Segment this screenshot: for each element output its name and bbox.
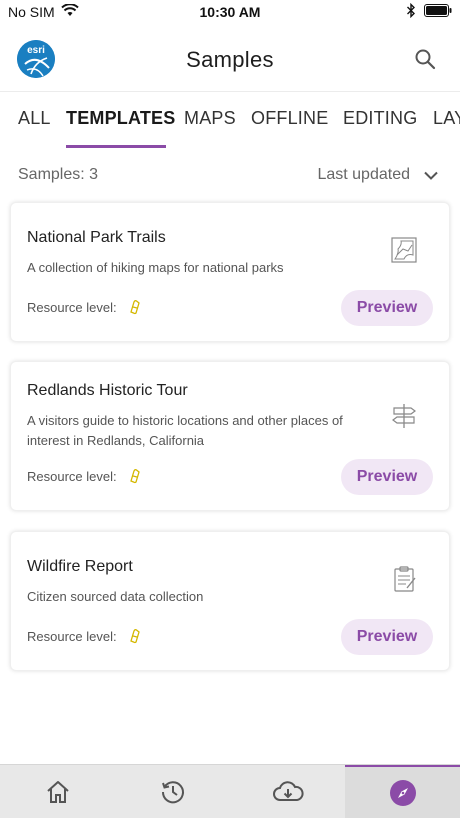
- card-description: Citizen sourced data collection: [27, 589, 204, 604]
- explore-tab[interactable]: [345, 765, 460, 818]
- resource-label: Resource level:: [27, 468, 117, 484]
- card-title: Wildfire Report: [27, 558, 133, 575]
- search-button[interactable]: [412, 46, 438, 72]
- home-icon: [46, 780, 69, 803]
- status-right: [406, 2, 452, 21]
- esri-logo: esri: [17, 40, 55, 78]
- sort-dropdown[interactable]: Last updated: [317, 166, 438, 184]
- wifi-icon: [60, 3, 79, 20]
- samples-count: Samples: 3: [18, 166, 99, 183]
- resource-level: Resource level:: [27, 628, 143, 644]
- category-tabs: ALL TEMPLATES MAPS OFFLINE EDITING LAY: [0, 108, 460, 148]
- preview-button[interactable]: Preview: [341, 459, 433, 495]
- card-title: Redlands Historic Tour: [27, 382, 188, 399]
- bluetooth-icon: [406, 2, 416, 21]
- battery-level-icon: [129, 300, 140, 315]
- resource-label: Resource level:: [27, 299, 117, 315]
- tab-editing[interactable]: EDITING: [343, 108, 417, 129]
- resource-level: Resource level:: [27, 468, 143, 484]
- sample-card[interactable]: Redlands Historic Tour A visitors guide …: [10, 361, 450, 511]
- resource-level: Resource level:: [27, 299, 143, 315]
- chevron-down-icon: [424, 171, 438, 180]
- status-left: No SIM: [8, 3, 79, 20]
- tab-layers[interactable]: LAY: [433, 108, 460, 129]
- sort-label: Last updated: [317, 166, 410, 183]
- history-tab[interactable]: [115, 765, 230, 818]
- cloud-download-icon: [272, 780, 303, 801]
- map-trail-icon: [391, 237, 417, 263]
- tab-offline[interactable]: OFFLINE: [251, 108, 328, 129]
- card-title: National Park Trails: [27, 229, 166, 246]
- sample-card[interactable]: National Park Trails A collection of hik…: [10, 202, 450, 342]
- downloads-tab[interactable]: [230, 765, 345, 818]
- battery-icon: [424, 4, 452, 20]
- signpost-icon: [392, 404, 416, 428]
- tab-maps[interactable]: MAPS: [184, 108, 236, 129]
- sample-card[interactable]: Wildfire Report Citizen sourced data col…: [10, 531, 450, 671]
- status-bar: No SIM 10:30 AM: [0, 0, 460, 24]
- logo-text: esri: [27, 45, 45, 56]
- tab-templates[interactable]: TEMPLATES: [66, 108, 175, 129]
- page-title: Samples: [186, 46, 274, 72]
- card-description: A visitors guide to historic locations a…: [27, 413, 343, 448]
- battery-level-icon: [129, 629, 140, 644]
- app-header: esri Samples: [0, 28, 460, 92]
- preview-button[interactable]: Preview: [341, 290, 433, 326]
- preview-button[interactable]: Preview: [341, 619, 433, 655]
- active-tab-indicator: [66, 145, 166, 148]
- bottom-tab-bar: [0, 764, 460, 818]
- compass-icon: [389, 779, 416, 806]
- battery-level-icon: [129, 469, 140, 484]
- clipboard-icon: [394, 566, 416, 592]
- card-description: A collection of hiking maps for national…: [27, 260, 284, 275]
- carrier-label: No SIM: [8, 4, 55, 20]
- resource-label: Resource level:: [27, 628, 117, 644]
- home-tab[interactable]: [0, 765, 115, 818]
- search-icon: [415, 49, 436, 70]
- tab-all[interactable]: ALL: [18, 108, 51, 129]
- history-icon: [161, 780, 184, 803]
- samples-count-row: Samples: 3 Last updated: [18, 162, 438, 188]
